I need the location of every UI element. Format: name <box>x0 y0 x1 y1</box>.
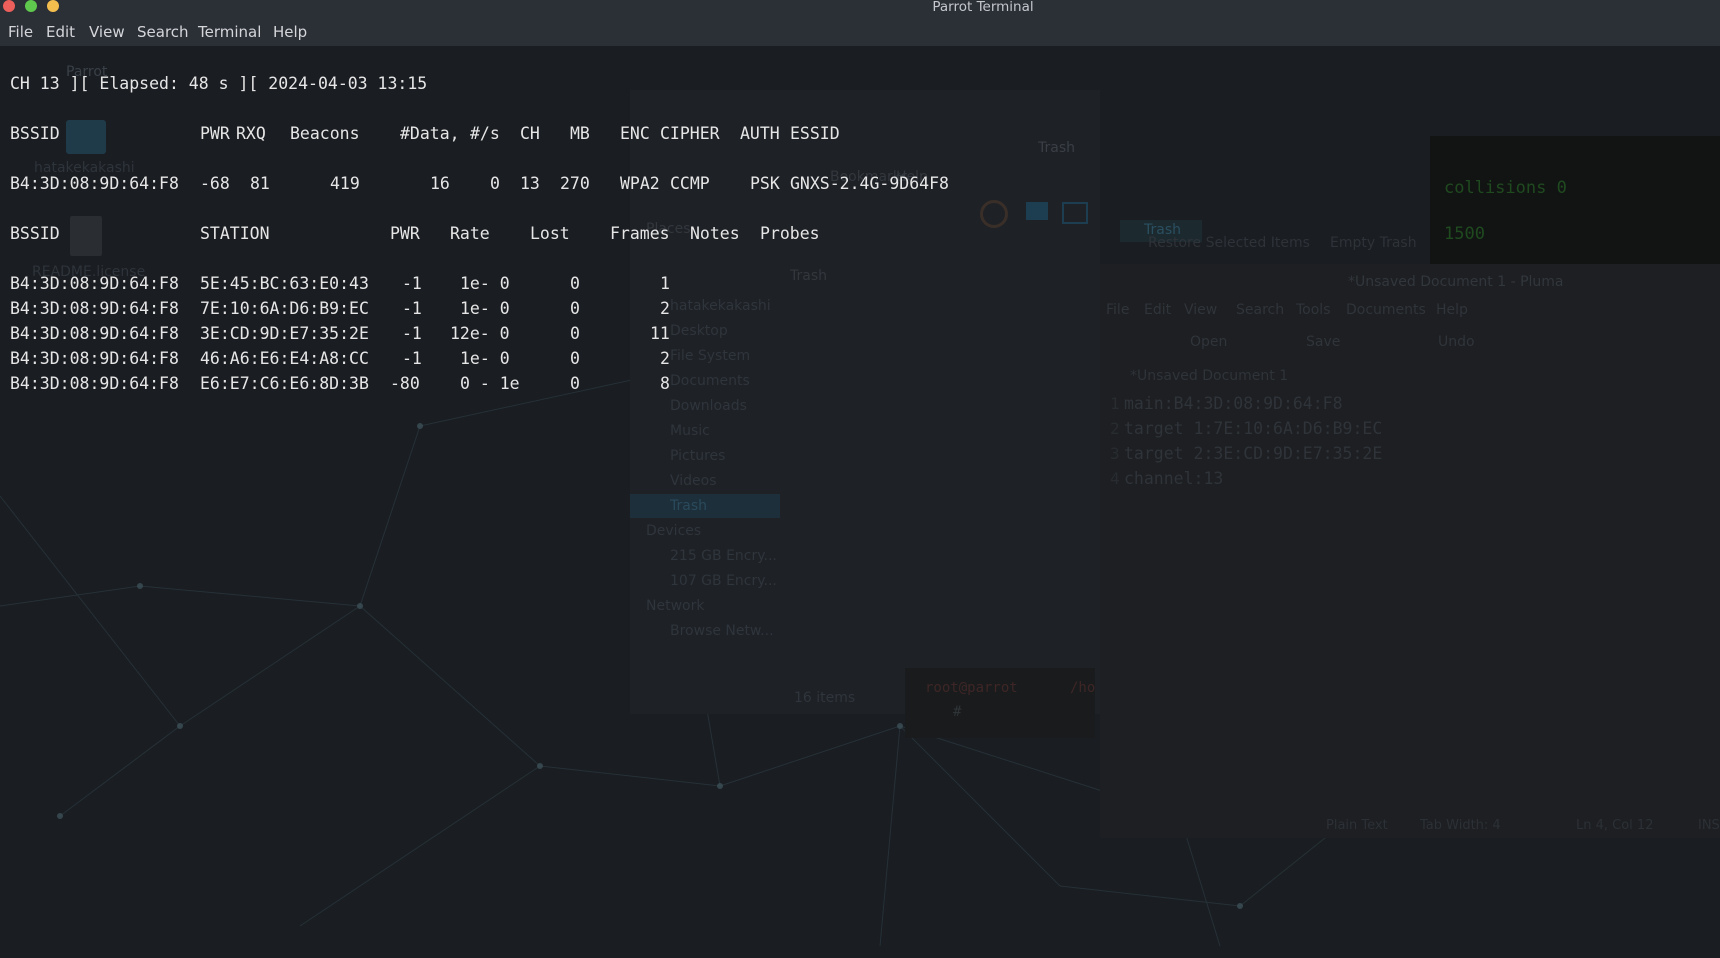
station-cell: E6:E7:C6:E6:8D:3B <box>200 374 369 393</box>
station-header: Probes <box>760 224 820 243</box>
station-cell: 0 <box>570 299 580 318</box>
ap-cell: 81 <box>250 174 270 193</box>
station-cell: 11 <box>650 324 670 343</box>
ap-cell: GNXS-2.4G-9D64F8 <box>790 174 949 193</box>
ap-header: CH <box>520 124 540 143</box>
station-cell: 3E:CD:9D:E7:35:2E <box>200 324 369 343</box>
menu-search[interactable]: Search <box>137 23 189 41</box>
ap-header: BSSID <box>10 124 60 143</box>
station-cell: B4:3D:08:9D:64:F8 <box>10 374 179 393</box>
ap-header: Beacons <box>290 124 360 143</box>
ap-cell: -68 <box>200 174 230 193</box>
station-cell: 1 <box>660 274 670 293</box>
ap-header: #Data, <box>400 124 460 143</box>
station-cell: 0 <box>570 324 580 343</box>
station-header: Notes <box>690 224 740 243</box>
station-cell: 2 <box>660 299 670 318</box>
station-header: Frames <box>610 224 670 243</box>
menu-view[interactable]: View <box>89 23 125 41</box>
station-cell: -1 <box>402 299 422 318</box>
ap-cell: B4:3D:08:9D:64:F8 <box>10 174 179 193</box>
station-row: B4:3D:08:9D:64:F8 E6:E7:C6:E6:8D:3B -80 … <box>10 374 670 534</box>
station-header: STATION <box>200 224 270 243</box>
station-cell: B4:3D:08:9D:64:F8 <box>10 274 179 293</box>
station-cell: -1 <box>402 274 422 293</box>
title-bar: Parrot Terminal <box>0 0 1720 15</box>
station-cell: 1e- 0 <box>460 349 510 368</box>
station-cell: 5E:45:BC:63:E0:43 <box>200 274 369 293</box>
station-cell: 46:A6:E6:E4:A8:CC <box>200 349 369 368</box>
ap-cell: 13 <box>520 174 540 193</box>
station-header: BSSID <box>10 224 60 243</box>
ap-header: PWR <box>200 124 230 143</box>
ap-cell: 419 <box>330 174 360 193</box>
station-cell: 7E:10:6A:D6:B9:EC <box>200 299 369 318</box>
ap-header: RXQ <box>236 124 266 143</box>
station-cell: -80 <box>390 374 420 393</box>
ap-header: CIPHER <box>660 124 720 143</box>
station-cell: B4:3D:08:9D:64:F8 <box>10 299 179 318</box>
station-cell: -1 <box>402 324 422 343</box>
menu-terminal[interactable]: Terminal <box>198 23 261 41</box>
station-cell: B4:3D:08:9D:64:F8 <box>10 324 179 343</box>
station-cell: 1e- 0 <box>460 274 510 293</box>
station-cell: 0 <box>570 274 580 293</box>
station-header: Lost <box>530 224 570 243</box>
menu-file[interactable]: File <box>8 23 33 41</box>
station-cell: 0 <box>570 349 580 368</box>
station-header: PWR <box>390 224 420 243</box>
station-cell: 0 - 1e <box>460 374 520 393</box>
station-cell: 1e- 0 <box>460 299 510 318</box>
ap-header: ESSID <box>790 124 840 143</box>
ap-cell: PSK <box>750 174 780 193</box>
menu-edit[interactable]: Edit <box>46 23 75 41</box>
ap-cell: 16 <box>430 174 450 193</box>
terminal-output[interactable]: CH 13 ][ Elapsed: 48 s ][ 2024-04-03 13:… <box>0 46 1720 958</box>
ap-header: #/s <box>470 124 500 143</box>
station-cell: -1 <box>402 349 422 368</box>
window-title: Parrot Terminal <box>932 0 1034 15</box>
ap-cell: 0 <box>490 174 500 193</box>
ap-cell: 270 <box>560 174 590 193</box>
ap-header: AUTH <box>740 124 780 143</box>
ap-header: ENC <box>620 124 650 143</box>
menu-help[interactable]: Help <box>273 23 307 41</box>
station-cell: 12e- 0 <box>450 324 510 343</box>
station-cell: B4:3D:08:9D:64:F8 <box>10 349 179 368</box>
ap-header: MB <box>570 124 590 143</box>
menu-bar: File Edit View Search Terminal Help <box>0 15 1720 46</box>
station-cell: 0 <box>570 374 580 393</box>
ap-cell: CCMP <box>670 174 710 193</box>
station-cell: 2 <box>660 349 670 368</box>
status-line: CH 13 ][ Elapsed: 48 s ][ 2024-04-03 13:… <box>10 74 428 93</box>
station-cell: 8 <box>660 374 670 393</box>
ap-cell: WPA2 <box>620 174 660 193</box>
station-header: Rate <box>450 224 490 243</box>
